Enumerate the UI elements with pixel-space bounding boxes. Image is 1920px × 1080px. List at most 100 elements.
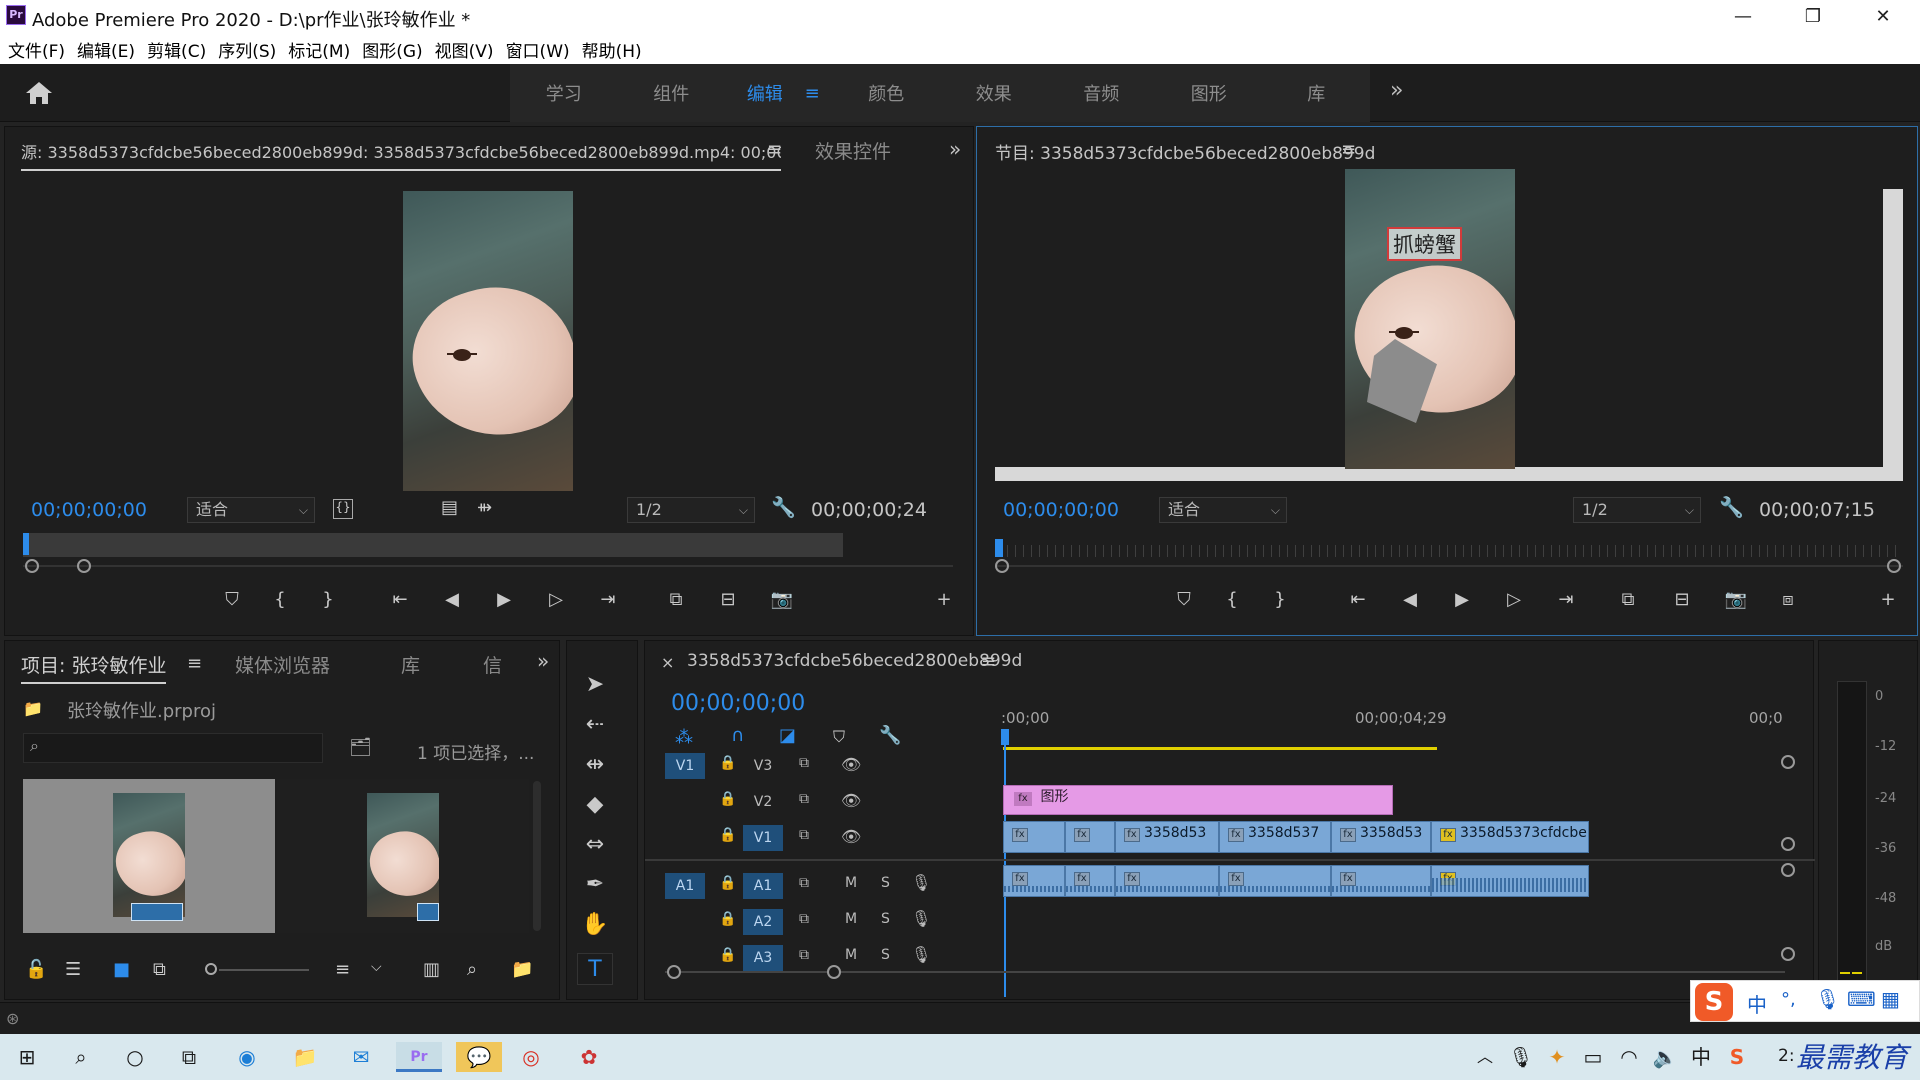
v1-clip[interactable]: fx xyxy=(1003,821,1065,853)
program-fit-dropdown[interactable]: 适合 ⌵ xyxy=(1159,497,1287,523)
sync-lock-icon[interactable]: ⧉ xyxy=(799,911,809,927)
play-icon[interactable]: ▶ xyxy=(489,589,519,610)
wechat-icon[interactable]: 💬 xyxy=(456,1042,502,1072)
panel-menu-icon[interactable]: ≡ xyxy=(1341,139,1356,160)
lock-icon[interactable]: 🔒 xyxy=(719,947,736,963)
info-tab[interactable]: 信 xyxy=(483,651,502,678)
mute-button[interactable]: M xyxy=(845,947,857,963)
panel-menu-icon[interactable]: ≡ xyxy=(187,653,202,674)
program-resolution-dropdown[interactable]: 1/2 ⌵ xyxy=(1573,497,1701,523)
slip-tool-icon[interactable]: ⇔ xyxy=(577,829,613,861)
source-video-frame[interactable] xyxy=(403,191,573,491)
project-scrollbar[interactable] xyxy=(533,781,541,931)
sync-lock-icon[interactable]: ⧉ xyxy=(799,755,809,771)
add-marker-icon[interactable]: ⛉ xyxy=(217,589,247,610)
workspace-tab-effects[interactable]: 效果 xyxy=(940,80,1048,106)
chevron-up-icon[interactable]: ︿ xyxy=(1470,1042,1500,1072)
source-resolution-dropdown[interactable]: 1/2 ⌵ xyxy=(627,497,755,523)
zoom-handle-right[interactable] xyxy=(1887,559,1901,573)
drag-video-icon[interactable]: ▤ xyxy=(441,497,458,518)
mark-out-icon[interactable]: } xyxy=(313,589,343,610)
zoom-handle-left[interactable] xyxy=(995,559,1009,573)
battery-icon[interactable]: ▭ xyxy=(1578,1042,1608,1072)
ime-punctuation[interactable]: °, xyxy=(1781,989,1796,1010)
app-tray-icon[interactable]: ✦ xyxy=(1542,1042,1572,1072)
lock-icon[interactable]: 🔒 xyxy=(719,791,736,807)
v1-clip[interactable]: fx xyxy=(1065,821,1115,853)
nest-toggle-icon[interactable]: ⁂ xyxy=(675,727,693,748)
graphic-clip[interactable]: fx 图形 xyxy=(1003,785,1393,815)
wrench-icon[interactable]: 🔧 xyxy=(1719,495,1744,519)
program-playhead[interactable] xyxy=(995,539,1003,557)
audio-scroll-handle-top[interactable] xyxy=(1781,863,1795,877)
microphone-icon[interactable]: 🎙 xyxy=(1506,1042,1536,1072)
sync-lock-icon[interactable]: ⧉ xyxy=(799,875,809,891)
wrench-icon[interactable]: 🔧 xyxy=(771,495,796,519)
sync-lock-icon[interactable]: ⧉ xyxy=(799,947,809,963)
step-forward-icon[interactable]: ▷ xyxy=(541,589,571,610)
workspace-tab-assembly[interactable]: 组件 xyxy=(618,80,726,106)
v1-clip[interactable]: fx 3358d53 xyxy=(1331,821,1431,853)
premiere-taskbar-icon[interactable]: Pr xyxy=(396,1042,442,1072)
selection-tool-icon[interactable]: ➤ xyxy=(577,669,613,701)
go-to-in-icon[interactable]: ⇤ xyxy=(385,589,415,610)
solo-button[interactable]: S xyxy=(881,947,890,963)
sogou-logo-icon[interactable]: S xyxy=(1695,983,1733,1021)
volume-icon[interactable]: 🔈 xyxy=(1650,1042,1680,1072)
panel-menu-icon[interactable]: ≡ xyxy=(981,651,996,672)
zoom-handle-right[interactable] xyxy=(827,965,841,979)
step-back-icon[interactable]: ◀ xyxy=(1395,589,1425,610)
lock-icon[interactable]: 🔒 xyxy=(719,755,736,771)
button-editor-icon[interactable]: + xyxy=(929,589,959,610)
task-view-icon[interactable]: ⧉ xyxy=(174,1042,204,1072)
file-explorer-icon[interactable]: 📁 xyxy=(290,1042,320,1072)
workspace-tab-editing[interactable]: 编辑 xyxy=(725,80,805,106)
restore-icon[interactable]: ❐ xyxy=(1790,4,1836,30)
cortana-icon[interactable]: ○ xyxy=(120,1042,150,1072)
timeline-timecode[interactable]: 00;00;00;00 xyxy=(671,691,805,716)
menu-file[interactable]: 文件(F) xyxy=(8,37,65,62)
extract-icon[interactable]: ⊟ xyxy=(1667,589,1697,610)
find-icon[interactable]: ⌕ xyxy=(467,959,477,980)
menu-clip[interactable]: 剪辑(C) xyxy=(147,37,206,62)
mute-button[interactable]: M xyxy=(845,875,857,891)
list-view-icon[interactable]: ☰ xyxy=(65,959,81,980)
export-frame-icon[interactable]: 📷 xyxy=(767,589,797,610)
razor-tool-icon[interactable]: ◆ xyxy=(577,789,613,821)
mark-out-icon[interactable]: } xyxy=(1265,589,1295,610)
lock-icon[interactable]: 🔒 xyxy=(719,827,736,843)
program-video-frame[interactable]: 抓螃蟹 xyxy=(1345,169,1515,469)
type-tool-icon[interactable]: T xyxy=(577,953,613,985)
a1-clip[interactable]: fx xyxy=(1431,865,1589,897)
eye-icon[interactable]: 👁 xyxy=(841,827,861,846)
go-to-out-icon[interactable]: ⇥ xyxy=(1551,589,1581,610)
mark-in-icon[interactable]: { xyxy=(1217,589,1247,610)
chevron-down-icon[interactable]: ⌵ xyxy=(371,959,382,975)
add-marker-icon[interactable]: ⛉ xyxy=(833,727,845,747)
edge-icon[interactable]: ◉ xyxy=(232,1042,262,1072)
workspace-tab-graphics[interactable]: 图形 xyxy=(1155,80,1263,106)
panel-overflow-icon[interactable]: » xyxy=(537,649,549,673)
lock-icon[interactable]: 🔒 xyxy=(719,875,736,891)
microphone-icon[interactable]: 🎙 xyxy=(911,873,931,892)
export-frame-icon[interactable]: 📷 xyxy=(1721,589,1751,610)
search-icon[interactable]: ⌕ xyxy=(66,1042,96,1072)
microphone-icon[interactable]: 🎙 xyxy=(1815,987,1840,1011)
wifi-icon[interactable]: ◠ xyxy=(1614,1042,1644,1072)
sync-lock-icon[interactable]: ⧉ xyxy=(799,791,809,807)
overwrite-icon[interactable]: ⊟ xyxy=(713,589,743,610)
track-a2[interactable]: A2 xyxy=(743,909,783,935)
track-v3[interactable]: V3 xyxy=(743,753,783,779)
new-search-bin-icon[interactable]: 🗂 xyxy=(349,737,372,758)
zoom-handle-left[interactable] xyxy=(667,965,681,979)
safe-margins-icon[interactable]: {} xyxy=(333,499,353,519)
source-monitor-tab[interactable]: 源: 3358d5373cfdcbe56beced2800eb899d: 335… xyxy=(21,139,781,171)
icon-view-icon[interactable]: ■ xyxy=(113,959,130,980)
zoom-slider-handle[interactable] xyxy=(205,963,217,975)
clock[interactable]: 2: xyxy=(1778,1046,1795,1066)
windows-start-icon[interactable]: ⊞ xyxy=(12,1042,42,1072)
libraries-tab[interactable]: 库 xyxy=(401,651,420,678)
program-ruler[interactable] xyxy=(999,545,1899,557)
add-marker-icon[interactable]: ⛉ xyxy=(1169,589,1199,610)
sequence-tab[interactable]: 3358d5373cfdcbe56beced2800eb899d xyxy=(687,651,1022,671)
